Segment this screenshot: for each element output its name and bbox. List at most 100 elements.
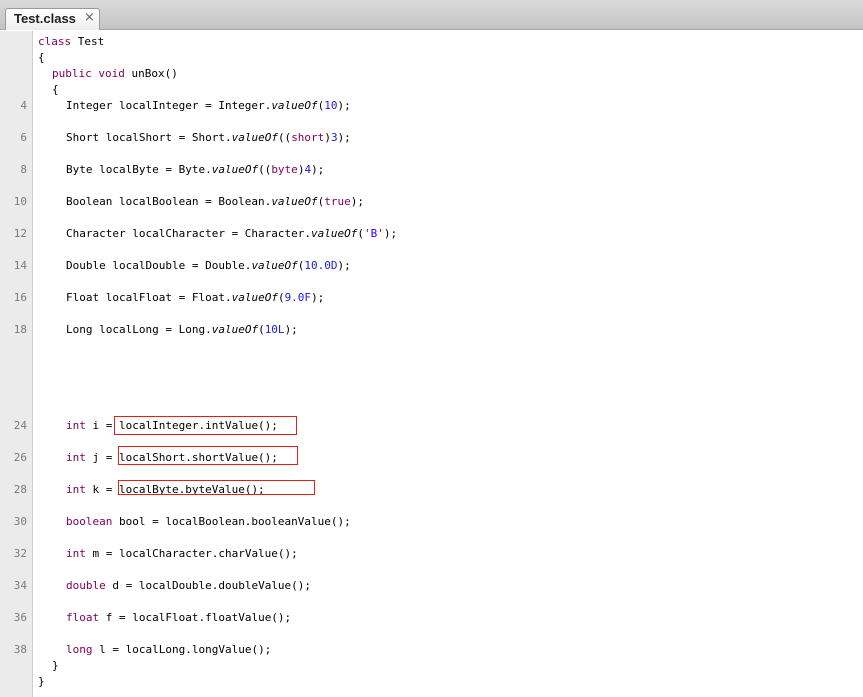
keyword: long: [66, 643, 93, 656]
code-text: f = localFloat.floatValue();: [99, 611, 292, 624]
keyword: void: [91, 67, 125, 80]
code-line-method-open: {: [52, 83, 59, 96]
line-number: 6: [20, 131, 27, 144]
keyword: byte: [271, 163, 298, 176]
code-line-float: Float localFloat = Float.valueOf(9.0F);: [66, 290, 324, 306]
keyword: int: [66, 419, 86, 432]
line-number: 32: [13, 547, 27, 560]
highlight-box: [118, 480, 315, 495]
code-text: d = localDouble.doubleValue();: [105, 579, 312, 592]
method-call: valueOf: [231, 291, 278, 304]
number-literal: 10.0D: [304, 259, 338, 272]
char-literal: 'B': [364, 227, 384, 240]
code-text: );: [311, 291, 325, 304]
code-line-byte: Byte localByte = Byte.valueOf((byte)4);: [66, 162, 324, 178]
highlight-box: [118, 446, 298, 465]
method-call: valueOf: [251, 259, 298, 272]
code-line-int-m: int m = localCharacter.charValue();: [66, 546, 298, 562]
keyword: int: [66, 483, 86, 496]
line-number: 8: [20, 163, 27, 176]
tab-label: Test.class: [14, 11, 76, 26]
line-number: 18: [13, 323, 27, 336]
code-text: ((: [277, 131, 292, 144]
number-literal: 3: [330, 131, 338, 144]
code-line-short: Short localShort = Short.valueOf((short)…: [66, 130, 351, 146]
line-number: 16: [13, 291, 27, 304]
code-text: );: [311, 163, 325, 176]
code-line-open-brace: {: [38, 51, 45, 64]
code-line-double: Double localDouble = Double.valueOf(10.0…: [66, 258, 351, 274]
code-text: bool = localBoolean.booleanValue();: [112, 515, 351, 528]
code-text: Character localCharacter = Character.: [66, 227, 312, 240]
code-line-float-f: float f = localFloat.floatValue();: [66, 610, 291, 626]
code-text: );: [337, 99, 351, 112]
code-line-class-decl: class Test: [38, 34, 104, 50]
code-line-long-l: long l = localLong.longValue();: [66, 642, 271, 658]
code-text: Boolean localBoolean = Boolean.: [66, 195, 272, 208]
code-line-method-close: }: [52, 659, 59, 672]
code-text: Byte localByte = Byte.: [66, 163, 212, 176]
code-text: Float localFloat = Float.: [66, 291, 232, 304]
number-literal: 9.0F: [284, 291, 312, 304]
code-line-boolean-bool: boolean bool = localBoolean.booleanValue…: [66, 514, 351, 530]
keyword: int: [66, 451, 86, 464]
line-number: 24: [13, 419, 27, 432]
line-number-gutter: 4 6 8 10 12 14 16 18 24 26 28 30 32 34 3…: [0, 31, 33, 697]
line-number: 4: [20, 99, 27, 112]
code-text: );: [337, 131, 351, 144]
tab-test-class[interactable]: Test.class ×: [5, 8, 100, 30]
keyword: short: [291, 131, 325, 144]
code-text: m = localCharacter.charValue();: [85, 547, 298, 560]
line-number: 12: [13, 227, 27, 240]
line-number: 28: [13, 483, 27, 496]
code-text: l = localLong.longValue();: [92, 643, 272, 656]
method-call: valueOf: [311, 227, 358, 240]
code-text: (: [258, 323, 265, 336]
code-text: Short localShort = Short.: [66, 131, 232, 144]
code-text: ): [324, 131, 331, 144]
code-line-double-d: double d = localDouble.doubleValue();: [66, 578, 311, 594]
method-name: unBox(): [124, 67, 178, 80]
method-call: valueOf: [271, 195, 318, 208]
line-number: 36: [13, 611, 27, 624]
keyword: boolean: [66, 515, 113, 528]
code-text: );: [383, 227, 398, 240]
line-number: 30: [13, 515, 27, 528]
code-text: );: [284, 323, 298, 336]
close-icon[interactable]: ×: [84, 10, 95, 25]
code-area[interactable]: class Test { public void unBox() { Integ…: [38, 31, 858, 697]
code-text: ((: [258, 163, 272, 176]
number-literal: 10: [324, 99, 338, 112]
code-text: Double localDouble = Double.: [66, 259, 252, 272]
code-line-long: Long localLong = Long.valueOf(10L);: [66, 322, 298, 338]
line-number: 14: [13, 259, 27, 272]
code-text: );: [350, 195, 365, 208]
method-call: valueOf: [271, 99, 318, 112]
keyword: public: [52, 67, 92, 80]
line-number: 26: [13, 451, 27, 464]
method-call: valueOf: [211, 323, 259, 336]
code-line-character: Character localCharacter = Character.val…: [66, 226, 397, 242]
code-line-integer: Integer localInteger = Integer.valueOf(1…: [66, 98, 351, 114]
line-number: 34: [13, 579, 27, 592]
code-line-class-close: }: [38, 675, 45, 688]
keyword: double: [66, 579, 106, 592]
code-text: (: [277, 291, 285, 304]
method-call: valueOf: [231, 131, 278, 144]
highlight-box: [114, 416, 297, 435]
code-line-method-decl: public void unBox(): [52, 66, 178, 82]
keyword: int: [66, 547, 86, 560]
code-text: );: [337, 259, 351, 272]
editor-tab-bar: Test.class ×: [0, 0, 863, 30]
code-editor[interactable]: 4 6 8 10 12 14 16 18 24 26 28 30 32 34 3…: [0, 31, 863, 697]
keyword: float: [66, 611, 100, 624]
keyword: class: [38, 35, 72, 48]
method-call: valueOf: [211, 163, 259, 176]
line-number: 10: [13, 195, 27, 208]
keyword: true: [324, 195, 351, 208]
code-text: Long localLong = Long.: [66, 323, 212, 336]
code-line-boolean: Boolean localBoolean = Boolean.valueOf(t…: [66, 194, 364, 210]
number-literal: 10L: [264, 323, 285, 336]
line-number: 38: [13, 643, 27, 656]
class-name: Test: [71, 35, 105, 48]
